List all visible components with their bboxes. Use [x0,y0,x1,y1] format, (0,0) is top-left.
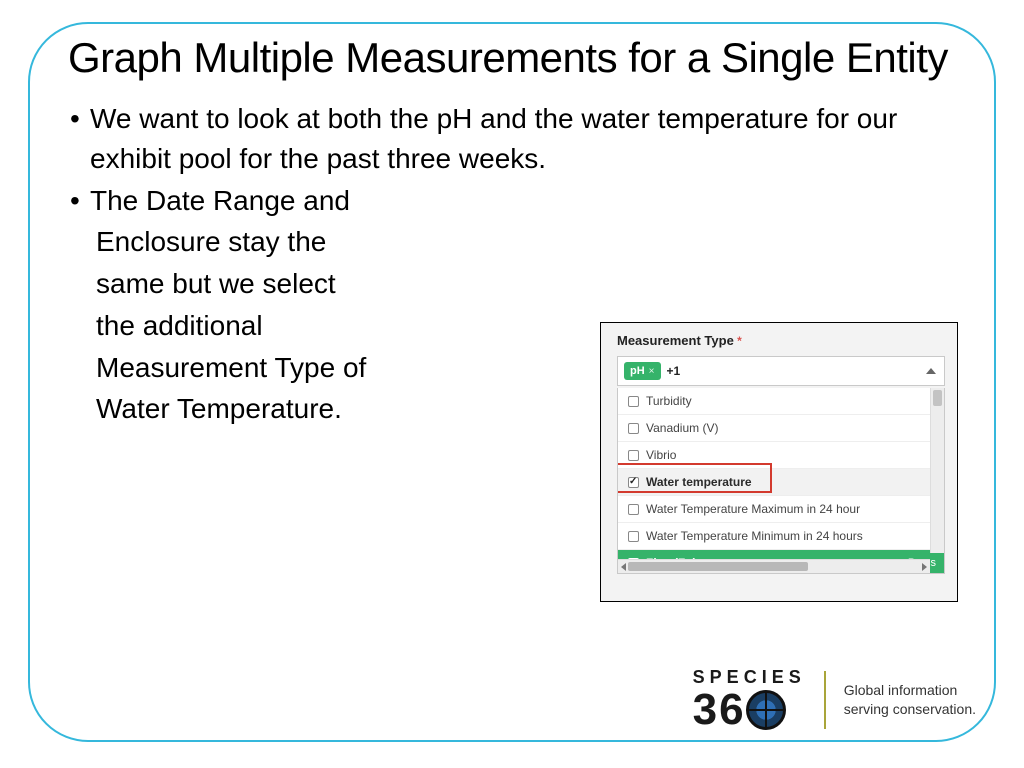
horizontal-scrollbar[interactable] [618,559,930,573]
chip-remove-icon[interactable]: × [649,366,655,377]
globe-icon [746,690,786,730]
brand-logo: SPECIES 3 6 [693,667,806,732]
field-label-row: Measurement Type * [617,333,945,348]
scroll-right-icon[interactable] [922,563,927,571]
checkbox[interactable] [628,423,639,434]
scroll-left-icon[interactable] [621,563,626,571]
option-label: Vanadium (V) [646,421,718,435]
slide-title: Graph Multiple Measurements for a Single… [68,34,956,81]
option-label: Water Temperature Maximum in 24 hour [646,502,860,516]
options-dropdown: Turbidity Vanadium (V) Vibrio Water temp… [617,388,945,574]
option-turbidity[interactable]: Turbidity [618,388,944,414]
bullet-2-text: The Date Range and [90,181,956,221]
panel-inner: Measurement Type * pH × +1 Turbidity [601,323,957,601]
line: same but we select [96,264,956,304]
brand-separator [824,671,826,729]
bullet-dot: • [68,181,90,221]
measurement-type-panel: Measurement Type * pH × +1 Turbidity [600,322,958,602]
slide-frame: Graph Multiple Measurements for a Single… [28,22,996,742]
option-water-temperature[interactable]: Water temperature [618,468,944,495]
checkbox[interactable] [628,450,639,461]
brand-3: 3 [693,688,717,732]
vertical-scrollbar[interactable] [930,388,944,553]
additional-count: +1 [667,364,681,378]
checkbox-checked[interactable] [628,477,639,488]
option-label: Turbidity [646,394,692,408]
option-label: Vibrio [646,448,676,462]
option-vibrio[interactable]: Vibrio [618,441,944,468]
scrollbar-thumb[interactable] [933,390,942,406]
tagline-1: Global information [844,681,976,700]
checkbox[interactable] [628,531,639,542]
required-asterisk: * [737,334,742,348]
checkbox[interactable] [628,396,639,407]
brand-360: 3 6 [693,688,806,732]
brand-footer: SPECIES 3 6 Global information serving c… [693,667,976,732]
chip-label: pH [630,365,645,377]
tagline-2: serving conservation. [844,700,976,719]
checkbox[interactable] [628,504,639,515]
option-water-temp-max[interactable]: Water Temperature Maximum in 24 hour [618,495,944,522]
scrollbar-thumb[interactable] [628,562,808,571]
brand-tagline: Global information serving conservation. [844,681,976,719]
option-label: Water Temperature Minimum in 24 hours [646,529,863,543]
measurement-type-select[interactable]: pH × +1 [617,356,945,386]
chevron-up-icon[interactable] [926,368,936,374]
bullet-1: • We want to look at both the pH and the… [68,99,956,179]
bullet-dot: • [68,99,90,179]
option-vanadium[interactable]: Vanadium (V) [618,414,944,441]
option-water-temp-min[interactable]: Water Temperature Minimum in 24 hours [618,522,944,549]
option-label: Water temperature [646,475,752,489]
bullet-2: • The Date Range and [68,181,956,221]
bullet-1-text: We want to look at both the pH and the w… [90,99,956,179]
brand-6: 6 [719,688,743,732]
selected-chip-ph[interactable]: pH × [624,362,661,380]
measurement-type-label: Measurement Type [617,333,734,348]
line: Enclosure stay the [96,222,956,262]
